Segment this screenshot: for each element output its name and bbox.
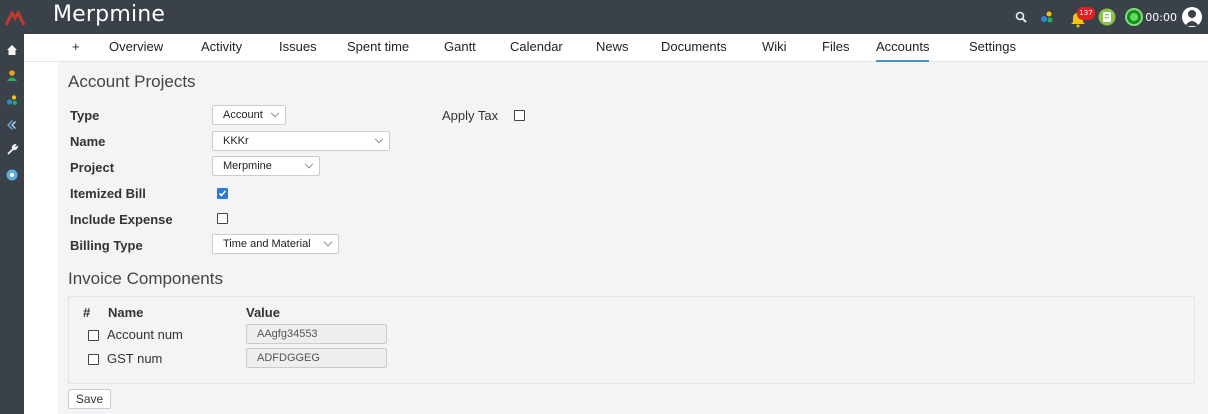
column-header-number: # [83,305,91,320]
project-select[interactable]: Merpmine [212,156,320,176]
tab-wiki[interactable]: Wiki [762,39,787,62]
help-icon[interactable] [5,168,19,182]
billing-type-select[interactable]: Time and Material [212,234,339,254]
tab-new[interactable]: + [72,39,80,62]
tab-documents[interactable]: Documents [661,39,727,62]
row-checkbox-account-num[interactable] [88,330,99,341]
main-content: Account Projects Type Account Apply Tax … [58,62,1208,414]
modules-icon[interactable] [1039,9,1055,25]
row-name-account-num: Account num [107,327,183,342]
account-projects-heading: Account Projects [68,72,196,91]
column-header-name: Name [108,305,144,320]
user-icon[interactable] [5,68,19,82]
sidebar [0,34,24,414]
chevron-down-icon [304,159,314,169]
logo-icon [4,9,26,26]
name-label: Name [70,134,106,149]
tab-gantt[interactable]: Gantt [444,39,476,62]
invoice-components-heading: Invoice Components [68,269,223,288]
chevron-down-icon [374,134,384,144]
tab-accounts[interactable]: Accounts [876,39,930,62]
arrows-icon[interactable] [5,118,19,132]
gst-num-value-field[interactable]: ADFDGGEG [246,348,387,368]
billing-type-label: Billing Type [70,238,143,253]
apply-tax-checkbox[interactable] [514,110,525,121]
modules-icon[interactable] [5,93,19,107]
itemized-bill-label: Itemized Bill [70,186,146,201]
search-icon[interactable] [1013,9,1029,25]
timer[interactable]: 00:00 [1125,8,1177,26]
name-select-value: KKKr [223,135,249,147]
notification-badge: 137 [1077,7,1095,20]
invoice-components-table: # Name Value Account num AAgfg34553 GST … [68,296,1195,384]
tab-activity[interactable]: Activity [201,39,242,62]
row-checkbox-gst-num[interactable] [88,354,99,365]
tab-settings[interactable]: Settings [969,39,1016,62]
timer-icon [1125,8,1144,26]
save-button[interactable]: Save [68,389,111,409]
tab-news[interactable]: News [596,39,629,62]
notifications-button[interactable]: 137 [1069,6,1095,28]
clipboard-icon[interactable] [1097,7,1117,27]
name-select[interactable]: KKKr [212,131,390,151]
type-label: Type [70,108,100,123]
timer-value: 00:00 [1145,10,1177,24]
user-avatar-icon[interactable] [1182,7,1202,27]
tab-issues[interactable]: Issues [279,39,317,62]
include-expense-label: Include Expense [70,212,173,227]
project-label: Project [70,160,115,175]
app-title[interactable]: Merpmine [53,2,165,27]
wrench-icon[interactable] [5,143,19,157]
tab-files[interactable]: Files [822,39,849,62]
project-select-value: Merpmine [223,160,272,172]
top-bar: Merpmine 137 00:00 [0,0,1208,34]
row-name-gst-num: GST num [107,351,163,366]
itemized-bill-checkbox[interactable] [217,188,228,199]
type-select[interactable]: Account [212,105,286,125]
top-icons: 137 00:00 [1013,0,1208,34]
include-expense-checkbox[interactable] [217,213,228,224]
tab-calendar[interactable]: Calendar [510,39,563,62]
tab-overview[interactable]: Overview [109,39,163,62]
column-header-value: Value [246,305,280,320]
check-icon [218,190,227,197]
home-icon[interactable] [5,43,19,57]
project-tabs: + Overview Activity Issues Spent time Ga… [24,34,1208,62]
type-select-value: Account [223,109,263,121]
account-num-value-field[interactable]: AAgfg34553 [246,324,387,344]
chevron-down-icon [270,108,280,118]
billing-type-select-value: Time and Material [223,238,311,250]
chevron-down-icon [323,237,333,247]
apply-tax-label: Apply Tax [442,108,499,123]
tab-spent-time[interactable]: Spent time [347,39,409,62]
